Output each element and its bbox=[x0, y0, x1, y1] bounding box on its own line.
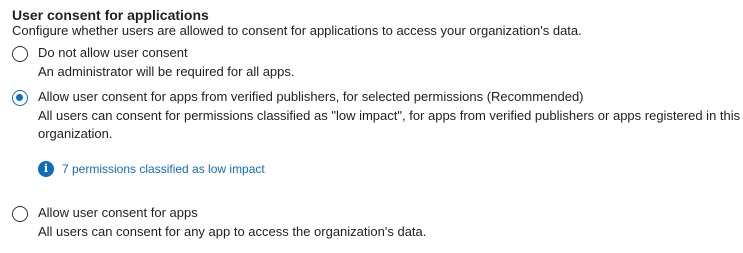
option-description: All users can consent for permissions cl… bbox=[38, 108, 741, 141]
radio-option-allow-all-apps[interactable]: Allow user consent for apps All users ca… bbox=[12, 204, 732, 240]
option-label: Allow user consent for apps from verifie… bbox=[38, 89, 584, 104]
option-description: An administrator will be required for al… bbox=[38, 64, 295, 79]
option-label: Do not allow user consent bbox=[38, 45, 188, 60]
radio-button[interactable] bbox=[12, 206, 28, 222]
radio-option-verified-publishers[interactable]: Allow user consent for apps from verifie… bbox=[12, 88, 740, 144]
option-label: Allow user consent for apps bbox=[38, 205, 198, 220]
option-description: All users can consent for any app to acc… bbox=[38, 224, 427, 239]
radio-button-selected[interactable] bbox=[12, 90, 28, 106]
user-consent-section: User consent for applications Configure … bbox=[0, 0, 743, 253]
info-icon: i bbox=[38, 161, 54, 177]
section-description: Configure whether users are allowed to c… bbox=[12, 23, 582, 38]
low-impact-permissions-link[interactable]: 7 permissions classified as low impact bbox=[62, 161, 265, 177]
radio-option-do-not-allow[interactable]: Do not allow user consent An administrat… bbox=[12, 44, 732, 80]
radio-button[interactable] bbox=[12, 46, 28, 62]
